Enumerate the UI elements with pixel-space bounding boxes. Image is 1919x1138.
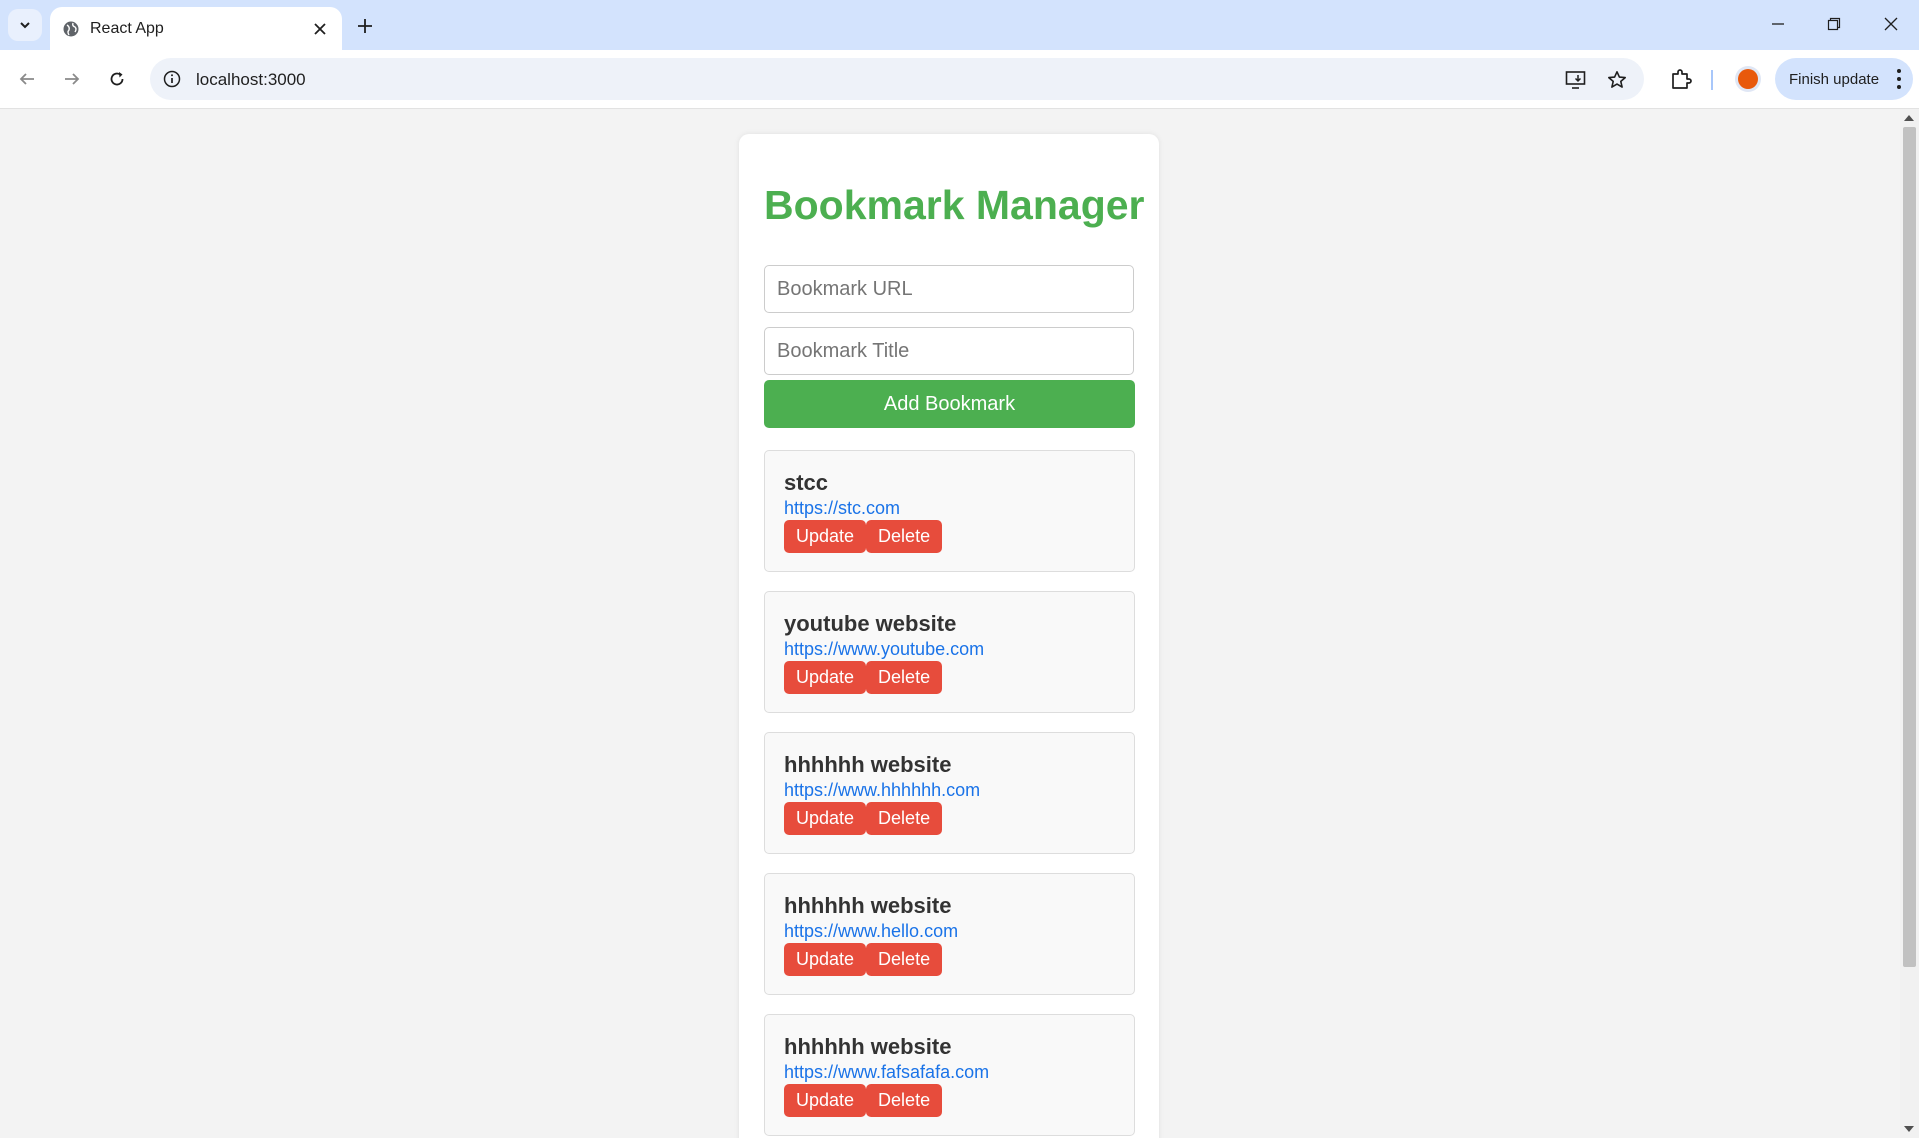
bookmark-manager-card: Bookmark Manager Add Bookmark stcc https… bbox=[739, 134, 1159, 1138]
bookmark-title: hhhhhh website bbox=[784, 752, 952, 777]
bookmark-actions: Update Delete bbox=[784, 1084, 943, 1117]
puzzle-icon bbox=[1672, 69, 1692, 89]
delete-button[interactable]: Delete bbox=[866, 943, 943, 976]
site-info-button[interactable] bbox=[162, 69, 182, 89]
new-tab-button[interactable] bbox=[352, 13, 378, 39]
bookmark-item: hhhhhh website https://www.fafsafafa.com… bbox=[764, 1014, 1135, 1136]
bookmark-title: stcc bbox=[784, 470, 829, 495]
tab-close-button[interactable] bbox=[310, 19, 330, 39]
bookmark-actions: Update Delete bbox=[784, 802, 943, 835]
extensions-button[interactable] bbox=[1667, 65, 1695, 93]
bookmark-title: youtube website bbox=[784, 611, 957, 636]
reload-button[interactable] bbox=[103, 65, 131, 93]
minimize-button[interactable] bbox=[1758, 8, 1798, 40]
update-button[interactable]: Update bbox=[784, 520, 867, 553]
close-icon bbox=[314, 23, 326, 35]
bookmark-actions: Update Delete bbox=[784, 520, 943, 553]
plus-icon bbox=[358, 19, 372, 33]
update-button[interactable]: Update bbox=[784, 661, 867, 694]
url-text[interactable]: localhost:3000 bbox=[196, 70, 306, 90]
tab-strip: React App bbox=[0, 0, 1919, 50]
arrow-right-icon bbox=[65, 73, 80, 85]
install-app-button[interactable] bbox=[1564, 68, 1588, 92]
finish-update-button[interactable]: Finish update bbox=[1775, 58, 1913, 100]
chevron-down-icon bbox=[20, 22, 30, 29]
delete-button[interactable]: Delete bbox=[866, 802, 943, 835]
bookmark-list: stcc https://stc.com Update Delete youtu… bbox=[764, 450, 1135, 1138]
tab-search-button[interactable] bbox=[8, 9, 42, 41]
active-tab[interactable]: React App bbox=[50, 7, 342, 50]
forward-button[interactable] bbox=[58, 65, 86, 93]
bookmark-item: youtube website https://www.youtube.com … bbox=[764, 591, 1135, 713]
reload-icon bbox=[110, 72, 124, 86]
avatar bbox=[1738, 69, 1758, 89]
delete-button[interactable]: Delete bbox=[866, 520, 943, 553]
delete-button[interactable]: Delete bbox=[866, 1084, 943, 1117]
bookmark-link[interactable]: https://www.hello.com bbox=[784, 921, 958, 942]
page-title: Bookmark Manager bbox=[764, 182, 1145, 228]
tab-title: React App bbox=[90, 20, 164, 37]
star-icon bbox=[1608, 71, 1626, 88]
scroll-thumb[interactable] bbox=[1903, 127, 1916, 967]
toolbar-separator bbox=[1711, 70, 1713, 90]
back-button[interactable] bbox=[13, 65, 41, 93]
bookmark-link[interactable]: https://www.fafsafafa.com bbox=[784, 1062, 989, 1083]
globe-icon bbox=[63, 21, 79, 37]
profile-button[interactable] bbox=[1735, 66, 1761, 92]
bookmark-link[interactable]: https://stc.com bbox=[784, 498, 900, 519]
page-scrollbar[interactable] bbox=[1900, 109, 1919, 1138]
add-bookmark-button[interactable]: Add Bookmark bbox=[764, 380, 1135, 428]
bookmark-star-button[interactable] bbox=[1605, 68, 1629, 92]
bookmark-title: hhhhhh website bbox=[784, 1034, 952, 1059]
scroll-up-arrow[interactable] bbox=[1904, 115, 1914, 121]
browser-toolbar: localhost:3000 Finish update bbox=[0, 50, 1919, 109]
bookmark-item: stcc https://stc.com Update Delete bbox=[764, 450, 1135, 572]
restore-button[interactable] bbox=[1814, 8, 1854, 40]
bookmark-title-input[interactable] bbox=[764, 327, 1134, 375]
page-viewport: Bookmark Manager Add Bookmark stcc https… bbox=[0, 109, 1900, 1138]
minimize-icon bbox=[1772, 23, 1784, 25]
bookmark-link[interactable]: https://www.hhhhhh.com bbox=[784, 780, 980, 801]
delete-button[interactable]: Delete bbox=[866, 661, 943, 694]
info-icon bbox=[163, 70, 181, 88]
close-window-button[interactable] bbox=[1871, 8, 1911, 40]
bookmark-title: hhhhhh website bbox=[784, 893, 952, 918]
install-app-icon bbox=[1565, 71, 1586, 89]
bookmark-actions: Update Delete bbox=[784, 943, 943, 976]
bookmark-item: hhhhhh website https://www.hello.com Upd… bbox=[764, 873, 1135, 995]
scroll-down-arrow[interactable] bbox=[1904, 1126, 1914, 1132]
address-bar[interactable]: localhost:3000 bbox=[150, 58, 1644, 100]
finish-update-label: Finish update bbox=[1789, 71, 1880, 88]
update-button[interactable]: Update bbox=[784, 802, 867, 835]
bookmark-item: hhhhhh website https://www.hhhhhh.com Up… bbox=[764, 732, 1135, 854]
bookmark-link[interactable]: https://www.youtube.com bbox=[784, 639, 984, 660]
close-icon bbox=[1884, 17, 1898, 31]
bookmark-url-input[interactable] bbox=[764, 265, 1134, 313]
arrow-left-icon bbox=[19, 73, 34, 85]
update-button[interactable]: Update bbox=[784, 1084, 867, 1117]
bookmark-actions: Update Delete bbox=[784, 661, 943, 694]
update-button[interactable]: Update bbox=[784, 943, 867, 976]
kebab-menu-icon[interactable] bbox=[1895, 69, 1903, 89]
restore-icon bbox=[1827, 17, 1841, 31]
